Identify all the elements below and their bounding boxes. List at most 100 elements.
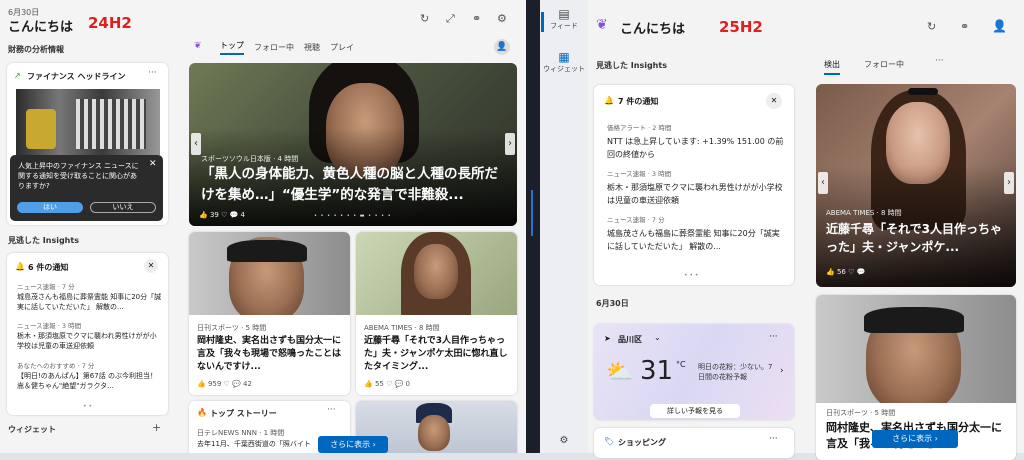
widgets-icon: ▦ [558, 50, 570, 64]
weather-temp: 31 [640, 356, 674, 386]
notification-item[interactable]: ニュース速報 · 3 時間 栃木・那須塩原でクマに襲われ男性けがが小学校は児童の車… [607, 168, 787, 207]
prev-arrow-icon[interactable]: ‹ [191, 133, 201, 155]
more-icon[interactable]: ··· [935, 56, 944, 66]
hero-reactions: 👍 56 ♡ 💬 [826, 268, 866, 276]
hero-title[interactable]: 「黒人の身体能力、黄色人種の脳と人種の長所だけを集め…」“優生学”的な発言で非難… [201, 164, 506, 206]
link-icon[interactable]: ⚭ [960, 20, 969, 33]
prev-arrow-icon[interactable]: ‹ [818, 172, 828, 194]
hero-title[interactable]: 近藤千尋「それで3人目作っちゃった」夫・ジャンポケ... [826, 220, 1012, 256]
weather-location[interactable]: 品川区 [618, 334, 642, 345]
refresh-icon[interactable]: ↻ [927, 20, 936, 33]
news-card-image [189, 232, 350, 315]
shopping-title: ショッピング [618, 438, 666, 447]
weather-card[interactable]: ➤ 品川区 ⌄ ··· ⛅ 31 °C 明日の花粉：少ない。7日間の花粉予報 ›… [594, 324, 794, 420]
notification-item[interactable]: あなたへのおすすめ · 7 分【明日!のあんぱん】第67話 のぶ今利担当！嵩＆健… [17, 361, 163, 391]
close-icon[interactable]: ✕ [149, 159, 157, 169]
link-icon[interactable]: ⚭ [472, 12, 481, 25]
insights-section-title: 見逃した Insights [8, 236, 79, 245]
more-icon[interactable]: ··· [769, 434, 778, 444]
notification-popup: 人気上昇中のファイナンス ニュースに関する通知を受け取ることに関心がありますか?… [10, 155, 163, 221]
news-card-title[interactable]: 近藤千尋「それで3人目作っちゃった」夫・ジャンポケ太田に惚れ直したタイミング..… [364, 335, 512, 374]
more-icon[interactable]: ··· [327, 405, 336, 415]
news-card-title[interactable]: 岡村隆史、実名出さずも国分太一に言及「我々も現場で怒鳴ったことはないんですけ..… [197, 335, 345, 374]
top-stories-title: トップ ストーリー [210, 409, 277, 418]
flame-icon: 🔥 [197, 408, 207, 417]
nav-widgets[interactable]: ▦ ウィジェット [540, 50, 588, 74]
bell-icon: 🔔 [604, 96, 614, 105]
top-story-source: 日テレNEWS NNN · 1 時間 [197, 429, 285, 437]
next-arrow-icon[interactable]: › [505, 133, 515, 155]
news-card[interactable]: ABEMA TIMES · 8 時間 近藤千尋「それで3人目作っちゃった」夫・ジ… [356, 232, 517, 395]
notification-item[interactable]: 価格アラート · 2 時間 NTT は急上昇しています: +1.39% 151.0… [607, 122, 787, 161]
news-card-image [816, 295, 1016, 403]
hero-source: スポーツソウル日本版 · 4 時間 [201, 155, 299, 163]
msn-logo-icon: ❦ [596, 17, 608, 33]
refresh-icon[interactable]: ↻ [420, 12, 429, 25]
feed-icon: ▤ [558, 7, 570, 21]
date-label: 6月30日 [596, 299, 629, 308]
tab-discover[interactable]: 検出 [824, 59, 840, 75]
notification-item[interactable]: ニュース速報 · 3 時間 栃木・那須塩原でクマに襲われ男性けがが小学校は児童の車… [17, 321, 163, 351]
tab-watch[interactable]: 視聴 [304, 42, 320, 53]
more-icon[interactable]: ··· [769, 332, 778, 342]
greeting: こんにちは [620, 22, 686, 37]
gear-icon[interactable]: ⚙ [540, 435, 588, 446]
notification-item[interactable]: ニュース速報 · 7 分城島茂さんも福島に葬祭霊能 知事に20分「誠実に話してい… [17, 282, 163, 312]
expand-icon[interactable]: ⤢ [446, 12, 455, 26]
news-card[interactable]: 日刊スポーツ · 5 時間 岡村隆史、実名出さずも国分太一に言及「我々も現場で怒… [189, 232, 350, 395]
tab-following[interactable]: フォロー中 [254, 42, 294, 53]
show-more-button[interactable]: さらに表示 › [872, 430, 958, 448]
close-icon[interactable]: ✕ [144, 259, 158, 273]
forecast-button[interactable]: 詳しい予報を見る [650, 404, 740, 418]
carousel-dots[interactable]: • • • • • • • ▬ • • • • [314, 213, 392, 219]
tab-play[interactable]: プレイ [330, 42, 354, 53]
news-card-source: ABEMA TIMES · 8 時間 [364, 324, 440, 332]
chevron-right-icon[interactable]: › [780, 366, 784, 376]
next-arrow-icon[interactable]: › [1004, 172, 1014, 194]
hero-card[interactable]: ‹ › スポーツソウル日本版 · 4 時間 「黒人の身体能力、黄色人種の脳と人種… [189, 63, 517, 226]
pollen-info[interactable]: 明日の花粉：少ない。7日間の花粉予報 [698, 362, 778, 382]
more-icon[interactable]: ··· [148, 68, 157, 78]
add-icon[interactable]: + [152, 421, 161, 434]
weather-icon: ⛅ [606, 360, 634, 385]
notification-item[interactable]: ニュース速報 · 7 分城島茂さんも福島に葬祭霊能 知事に20分「誠実に話してい… [607, 214, 787, 253]
avatar[interactable]: 👤 [494, 39, 510, 55]
nav-feed[interactable]: ▤ フィード [540, 7, 588, 31]
weather-unit: °C [676, 360, 686, 369]
version-tag: 25H2 [719, 18, 763, 36]
insights-section-title: 見逃した Insights [596, 61, 667, 70]
yes-button[interactable]: はい [17, 202, 83, 213]
shopping-card: 🏷 ショッピング ··· [594, 428, 794, 458]
chevron-down-icon[interactable]: ⌄ [654, 333, 661, 342]
hero-source: ABEMA TIMES · 8 時間 [826, 209, 902, 217]
finance-card-image[interactable] [16, 89, 160, 155]
divider [526, 0, 540, 453]
finance-card-title: ファイナンス ヘッドライン [27, 72, 126, 81]
hero-card[interactable]: ‹ › ABEMA TIMES · 8 時間 近藤千尋「それで3人目作っちゃった… [816, 84, 1016, 287]
close-icon[interactable]: ✕ [766, 93, 782, 109]
notifications-title: 7 件の通知 [618, 97, 659, 106]
popup-text: 人気上昇中のファイナンス ニュースに関する通知を受け取ることに関心がありますか? [18, 162, 139, 190]
tab-following[interactable]: フォロー中 [864, 59, 904, 70]
finance-section-title: 財務の分析情報 [8, 45, 64, 54]
no-button[interactable]: いいえ [90, 202, 156, 213]
notifications-card: 🔔 6 件の通知 ✕ ニュース速報 · 7 分城島茂さんも福島に葬祭霊能 知事に… [7, 253, 168, 415]
news-card-source: 日刊スポーツ · 5 時間 [197, 324, 267, 332]
chart-icon: ↗ [14, 71, 21, 80]
greeting: こんにちは [8, 20, 74, 35]
hero-reactions: 👍 39 ♡ 💬 4 [199, 211, 246, 219]
location-icon: ➤ [604, 334, 611, 343]
news-card-source: 日刊スポーツ · 5 時間 [826, 409, 896, 417]
notifications-card: 🔔 7 件の通知 ✕ 価格アラート · 2 時間 NTT は急上昇しています: +… [594, 85, 794, 285]
pager-dots[interactable]: • • • [684, 272, 698, 279]
show-more-button[interactable]: さらに表示 › [318, 436, 388, 453]
notifications-title: 6 件の通知 [28, 263, 69, 272]
bell-icon: 🔔 [15, 262, 25, 271]
feed-tabs: トップ フォロー中 視聴 プレイ [220, 40, 354, 55]
nav-rail: ▤ フィード ▦ ウィジェット ⚙ [540, 0, 588, 453]
tag-icon: 🏷 [604, 437, 615, 446]
gear-icon[interactable]: ⚙ [497, 12, 507, 25]
pager-dots[interactable]: • • [83, 403, 92, 410]
tab-top[interactable]: トップ [220, 40, 244, 55]
avatar[interactable]: 👤 [992, 19, 1007, 33]
